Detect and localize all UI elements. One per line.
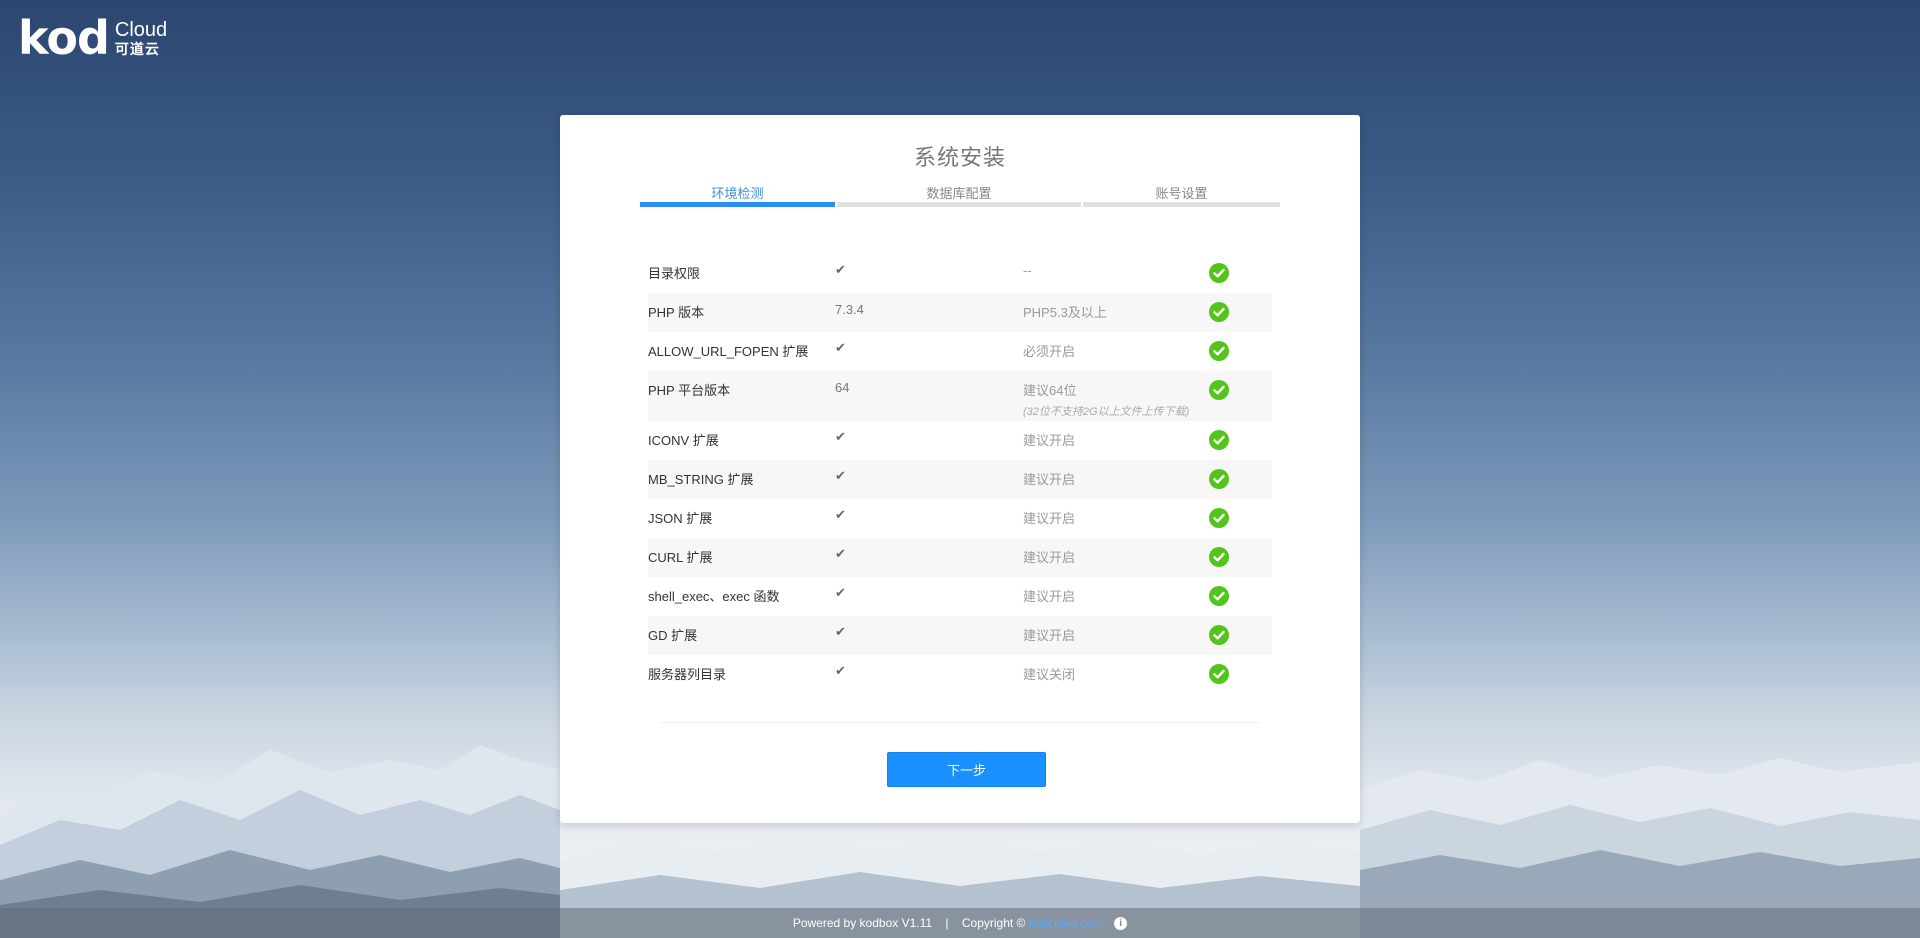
check-ok-icon — [1209, 586, 1229, 606]
check-name: MB_STRING 扩展 — [648, 472, 754, 487]
check-row-curl: CURL 扩展 ✔ 建议开启 — [648, 538, 1272, 577]
panel-title: 系统安装 — [913, 145, 1006, 170]
check-ok-icon — [1209, 380, 1229, 400]
check-row-iconv: ICONV 扩展 ✔ 建议开启 — [648, 421, 1272, 460]
check-name: ICONV 扩展 — [648, 433, 719, 448]
check-ok-icon — [1209, 625, 1229, 645]
check-ok-icon — [1209, 430, 1229, 450]
kodcloud-logo[interactable]: kod Cloud 可道云 — [18, 11, 167, 65]
check-ok-icon — [1209, 302, 1229, 322]
logo-side-text: Cloud 可道云 — [115, 19, 167, 57]
page-footer: Powered by kodbox V1.11 | Copyright © ko… — [0, 908, 1920, 938]
step-progress-bar — [640, 202, 835, 207]
logo-cn-text: 可道云 — [114, 41, 160, 57]
check-row-php-platform: PHP 平台版本 64 建议64位 (32位不支持2G以上文件上传下载) — [648, 371, 1272, 421]
check-row-allow-url-fopen: ALLOW_URL_FOPEN 扩展 ✔ 必须开启 — [648, 332, 1272, 371]
step-label: 环境检测 — [711, 186, 764, 201]
check-row-dir-listing: 服务器列目录 ✔ 建议关闭 — [648, 655, 1272, 694]
check-value: 7.3.4 — [835, 302, 864, 317]
step-progress-bar — [837, 202, 1081, 207]
check-requirement: -- — [1023, 263, 1032, 278]
check-ok-icon — [1209, 341, 1229, 361]
check-requirement: 建议开启 — [1023, 589, 1076, 604]
check-value: ✔ — [835, 546, 846, 561]
install-steps: 环境检测 数据库配置 账号设置 — [640, 185, 1280, 207]
logo-cloud-text: Cloud — [114, 19, 168, 41]
check-value: ✔ — [835, 262, 846, 277]
check-row-shell-exec: shell_exec、exec 函数 ✔ 建议开启 — [648, 577, 1272, 616]
step-database-config[interactable]: 数据库配置 — [837, 185, 1081, 207]
check-value: 64 — [835, 380, 850, 395]
step-label: 账号设置 — [1155, 186, 1208, 201]
check-row-php-version: PHP 版本 7.3.4 PHP5.3及以上 — [648, 293, 1272, 332]
install-panel: 系统安装 环境检测 数据库配置 账号设置 目录权限 ✔ -- PHP 版本 7.… — [560, 115, 1360, 823]
check-name: GD 扩展 — [648, 628, 698, 643]
check-ok-icon — [1209, 263, 1229, 283]
check-name: ALLOW_URL_FOPEN 扩展 — [648, 344, 809, 359]
table-divider — [660, 722, 1260, 723]
powered-by-text: Powered by kodbox V1.11 — [792, 916, 933, 930]
next-step-button[interactable]: 下一步 — [887, 752, 1046, 787]
check-ok-icon — [1209, 469, 1229, 489]
check-value: ✔ — [835, 624, 846, 639]
info-icon[interactable]: i — [1114, 917, 1128, 931]
check-value: ✔ — [835, 340, 846, 355]
check-row-gd: GD 扩展 ✔ 建议开启 — [648, 616, 1272, 655]
check-requirement: 必须开启 — [1023, 344, 1076, 359]
check-requirement: 建议开启 — [1023, 511, 1076, 526]
step-environment-check[interactable]: 环境检测 — [640, 185, 835, 207]
check-ok-icon — [1209, 508, 1229, 528]
check-requirement: 建议64位 — [1023, 383, 1077, 398]
check-name: CURL 扩展 — [648, 550, 713, 565]
check-requirement: 建议关闭 — [1023, 667, 1076, 682]
check-requirement: 建议开启 — [1023, 628, 1076, 643]
check-name: shell_exec、exec 函数 — [648, 589, 780, 604]
kodcloud-link[interactable]: kodcloud.com — [1029, 916, 1103, 930]
step-progress-bar — [1083, 202, 1280, 207]
step-account-settings[interactable]: 账号设置 — [1083, 185, 1280, 207]
check-value: ✔ — [835, 507, 846, 522]
logo-wordmark: kod — [18, 11, 110, 65]
check-value: ✔ — [835, 663, 846, 678]
check-value: ✔ — [835, 585, 846, 600]
check-ok-icon — [1209, 547, 1229, 567]
check-name: 目录权限 — [648, 266, 701, 281]
check-row-dir-permission: 目录权限 ✔ -- — [648, 254, 1272, 293]
check-name: 服务器列目录 — [648, 667, 727, 682]
check-requirement: 建议开启 — [1023, 472, 1076, 487]
check-ok-icon — [1209, 664, 1229, 684]
check-requirement: 建议开启 — [1023, 550, 1076, 565]
check-name: JSON 扩展 — [648, 511, 713, 526]
check-row-json: JSON 扩展 ✔ 建议开启 — [648, 499, 1272, 538]
check-name: PHP 平台版本 — [648, 383, 731, 398]
check-requirement: 建议开启 — [1023, 433, 1076, 448]
check-name: PHP 版本 — [648, 305, 705, 320]
check-value: ✔ — [835, 468, 846, 483]
check-requirement: PHP5.3及以上 — [1023, 305, 1107, 320]
check-row-mb-string: MB_STRING 扩展 ✔ 建议开启 — [648, 460, 1272, 499]
environment-check-table: 目录权限 ✔ -- PHP 版本 7.3.4 PHP5.3及以上 ALLOW_U… — [648, 254, 1272, 694]
check-requirement-block: 建议64位 (32位不支持2G以上文件上传下载) — [1023, 380, 1189, 419]
footer-separator: | — [945, 916, 949, 930]
copyright-text: Copyright © — [961, 916, 1026, 930]
check-note: (32位不支持2G以上文件上传下载) — [1023, 406, 1190, 418]
step-label: 数据库配置 — [926, 186, 992, 201]
check-value: ✔ — [835, 429, 846, 444]
